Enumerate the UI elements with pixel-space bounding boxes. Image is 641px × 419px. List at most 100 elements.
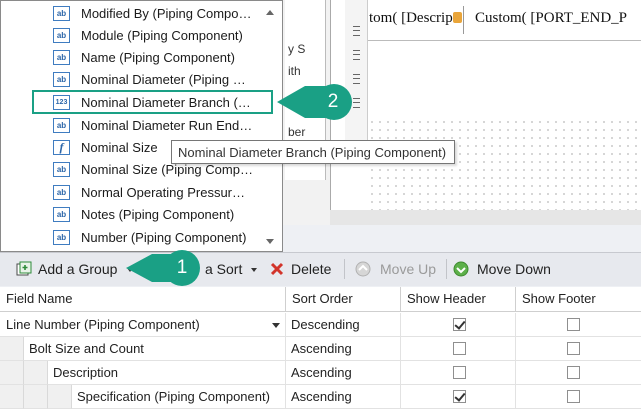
formula-field-icon: f (53, 140, 70, 155)
callout-step-2: 2 (277, 84, 353, 120)
scroll-down-icon[interactable] (266, 239, 274, 244)
show-footer-cell (516, 313, 641, 337)
column-header-show-header[interactable]: Show Header (401, 287, 516, 312)
row-handle-icon[interactable] (353, 98, 360, 108)
add-group-icon (16, 261, 32, 276)
column-header-field-name[interactable]: Field Name (0, 287, 286, 312)
text-field-icon: ab (53, 118, 70, 133)
delete-label: Delete (291, 261, 332, 277)
text-field-icon: ab (53, 162, 70, 177)
indent-spacer (0, 385, 24, 409)
indent-spacer (48, 385, 72, 409)
table-row[interactable]: Description Ascending (0, 361, 641, 385)
sort-order-cell[interactable]: Ascending (286, 385, 401, 409)
text-field-icon: ab (53, 28, 70, 43)
show-header-cell (401, 337, 516, 361)
show-footer-checkbox[interactable] (567, 366, 580, 379)
row-handle-icon[interactable] (353, 50, 360, 60)
field-item[interactable]: ab Normal Operating Pressur… (53, 182, 263, 204)
field-name-cell[interactable]: Description (48, 361, 286, 385)
field-item-label: Nominal Size (Piping Comp… (81, 162, 253, 177)
arrow-up-icon (355, 261, 371, 277)
show-header-checkbox[interactable] (453, 318, 466, 331)
field-item-label: Nominal Diameter Run End… (81, 118, 253, 133)
table-row[interactable]: Bolt Size and Count Ascending (0, 337, 641, 361)
show-footer-checkbox[interactable] (567, 342, 580, 355)
field-item[interactable]: ab Module (Piping Component) (53, 25, 263, 47)
side-text: y S (288, 42, 306, 56)
field-item[interactable]: ab Modified By (Piping Compo… (53, 3, 263, 25)
callout-number: 2 (327, 91, 339, 112)
show-footer-checkbox[interactable] (567, 390, 580, 403)
row-handle-icon[interactable] (353, 26, 360, 36)
text-field-icon: ab (53, 185, 70, 200)
indent-spacer (24, 385, 48, 409)
indent-spacer (0, 361, 24, 385)
scroll-up-icon[interactable] (266, 10, 274, 15)
sorting-toolbar: Add a Group a Sort Delete Move Up Move D… (0, 252, 641, 286)
add-sort-label: a Sort (205, 261, 243, 277)
field-item-label: Name (Piping Component) (81, 50, 235, 65)
sort-order-cell[interactable]: Descending (286, 313, 401, 337)
show-footer-cell (516, 337, 641, 361)
sort-order-cell[interactable]: Ascending (286, 337, 401, 361)
field-name-cell[interactable]: Line Number (Piping Component) (0, 313, 286, 337)
chevron-down-icon[interactable] (251, 268, 257, 272)
show-header-cell (401, 361, 516, 385)
table-row[interactable]: Line Number (Piping Component) Descendin… (0, 313, 641, 337)
field-item[interactable]: ab Notes (Piping Component) (53, 204, 263, 226)
move-down-label: Move Down (477, 261, 551, 277)
column-header-sort-order[interactable]: Sort Order (286, 287, 401, 312)
show-header-checkbox[interactable] (453, 366, 466, 379)
field-item-label: Notes (Piping Component) (81, 207, 235, 222)
field-item[interactable]: ab Nominal Diameter (Piping … (53, 69, 263, 91)
text-field-icon: ab (53, 6, 70, 21)
header-cell-port-end[interactable]: Custom( [PORT_END_P (475, 10, 627, 27)
table-row[interactable]: Specification (Piping Component) Ascendi… (0, 385, 641, 409)
field-name-cell[interactable]: Specification (Piping Component) (72, 385, 286, 409)
field-item-label: Number (Piping Component) (81, 230, 247, 245)
show-header-checkbox[interactable] (453, 390, 466, 403)
text-field-icon: ab (53, 207, 70, 222)
chevron-down-icon[interactable] (272, 323, 280, 328)
field-item-label: Modified By (Piping Compo… (81, 6, 252, 21)
text-field-icon: ab (53, 72, 70, 87)
indent-spacer (24, 361, 48, 385)
delete-icon (270, 262, 284, 276)
callout-step-1: 1 (126, 250, 206, 286)
show-header-checkbox[interactable] (453, 342, 466, 355)
field-item[interactable]: ab Name (Piping Component) (53, 47, 263, 69)
field-tooltip: Nominal Diameter Branch (Piping Componen… (171, 140, 455, 164)
field-item-label: Nominal Size (81, 140, 158, 155)
highlight-annotation (32, 90, 273, 114)
field-name-text: Line Number (Piping Component) (6, 317, 200, 332)
row-handle-icon[interactable] (353, 74, 360, 84)
sort-group-table: Field Name Sort Order Show Header Show F… (0, 287, 641, 419)
header-cell-description[interactable]: tom( [Descrip (369, 10, 453, 27)
design-grid (368, 118, 641, 210)
tooltip-text: Nominal Diameter Branch (Piping Componen… (178, 145, 447, 160)
show-footer-cell (516, 361, 641, 385)
column-header-show-footer[interactable]: Show Footer (516, 287, 641, 312)
indent-spacer (0, 337, 24, 361)
arrow-down-icon (453, 261, 469, 277)
sort-order-cell[interactable]: Ascending (286, 361, 401, 385)
toolbar-separator (446, 259, 447, 279)
text-field-icon: ab (53, 230, 70, 245)
text-field-icon: ab (53, 50, 70, 65)
report-header-row: tom( [Descrip Custom( [PORT_END_P (345, 0, 641, 41)
show-footer-checkbox[interactable] (567, 318, 580, 331)
field-item[interactable]: ab Nominal Diameter Run End… (53, 115, 263, 137)
lock-icon (453, 12, 462, 23)
dropdown-scrollbar[interactable] (263, 3, 281, 249)
panel-splitter (330, 210, 641, 225)
toolbar-separator (344, 259, 345, 279)
field-picker-dropdown[interactable]: ab Modified By (Piping Compo… ab Module … (0, 0, 283, 252)
show-header-cell (401, 313, 516, 337)
field-item[interactable]: ab Number (Piping Component) (53, 227, 263, 249)
side-text: ith (288, 64, 301, 78)
field-name-cell[interactable]: Bolt Size and Count (24, 337, 286, 361)
column-divider (463, 6, 464, 34)
show-footer-cell (516, 385, 641, 409)
add-group-label: Add a Group (38, 261, 118, 277)
